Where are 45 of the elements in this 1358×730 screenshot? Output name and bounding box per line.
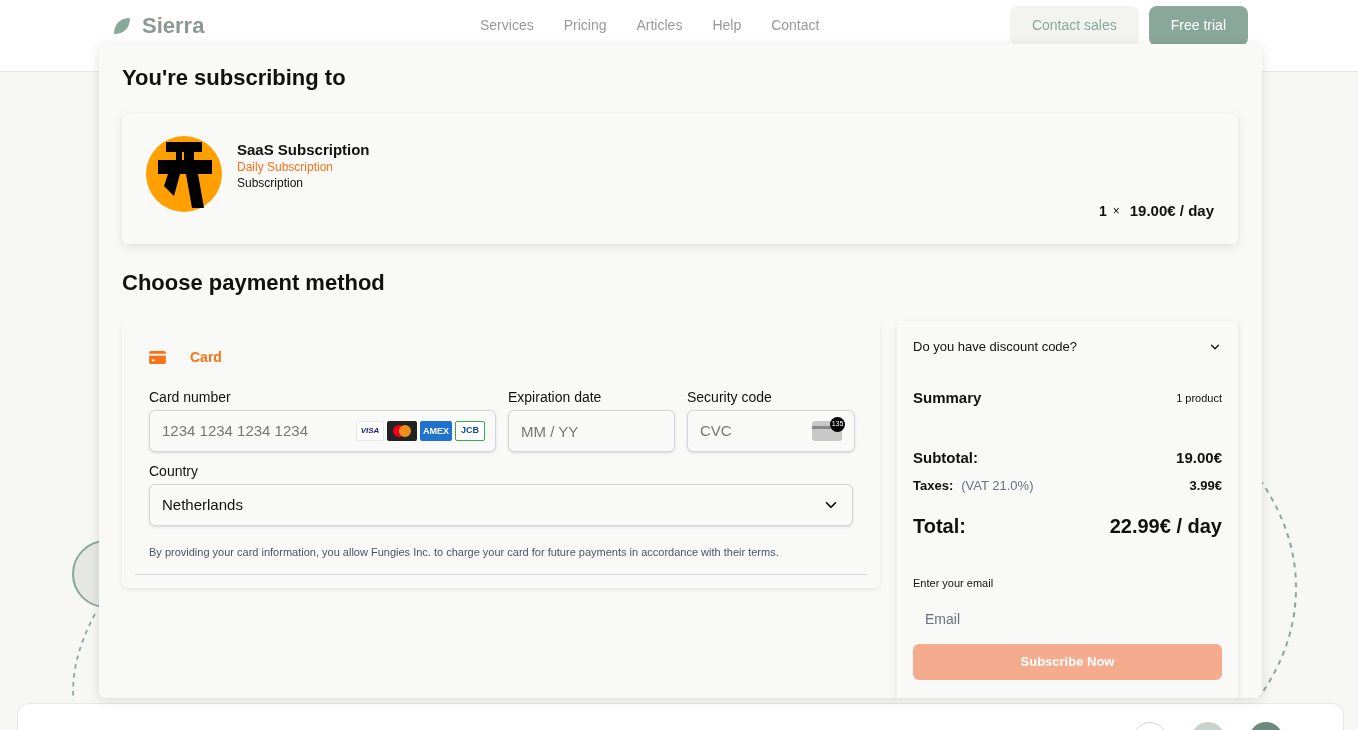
nav-link[interactable]: Pricing: [563, 15, 607, 36]
subtotal-value: 19.00€: [1176, 448, 1222, 468]
product-type: Subscription: [237, 175, 305, 191]
product-price: 19.00€ / day: [1129, 201, 1214, 221]
visa-logo: VISA: [356, 421, 384, 441]
field-label: Country: [149, 462, 200, 480]
credit-card-icon: [149, 351, 166, 364]
summary-title: Summary: [913, 387, 982, 408]
mastercard-logo: [387, 421, 417, 441]
product-count: 1 product: [1176, 390, 1222, 406]
card-notice: By providing your card information, you allow Fungies Inc. to charge your card for future payments in accordance with their terms.: [149, 545, 780, 560]
nav-link[interactable]: Contact: [771, 15, 820, 36]
email-field[interactable]: Email: [913, 601, 1222, 636]
total-label: Total:: [913, 514, 966, 539]
country-select[interactable]: Netherlands: [149, 484, 853, 526]
field-label: Card number: [149, 388, 232, 406]
security-code-input[interactable]: CVC: [700, 419, 812, 443]
nav-link[interactable]: Help: [712, 15, 742, 36]
field-label: Security code: [687, 388, 773, 406]
product-name: SaaS Subscription: [237, 141, 370, 159]
total-value: 22.99€ / day: [1109, 514, 1222, 539]
jcb-logo: JCB: [455, 421, 485, 441]
discount-toggle[interactable]: Do you have discount code?: [913, 337, 1222, 357]
vat-rate: (VAT 21.0%): [961, 476, 1034, 495]
header-button[interactable]: Free trial: [1148, 5, 1248, 46]
payment-method-tab[interactable]: Card: [149, 347, 222, 368]
header-button[interactable]: Contact sales: [1009, 5, 1139, 46]
card-number-field[interactable]: 1234 1234 1234 1234 VISA AMEX JCB: [149, 410, 496, 452]
modal-title: You're subscribing to: [122, 64, 347, 92]
nav-link[interactable]: Articles: [636, 15, 683, 36]
card-number-input[interactable]: 1234 1234 1234 1234: [162, 419, 356, 443]
product-logo-icon: [146, 136, 222, 212]
product-plan: Daily Subscription: [237, 159, 335, 175]
nav-link[interactable]: Services: [480, 15, 534, 36]
product-quantity: 1: [1098, 201, 1107, 221]
taxes-value: 3.99€: [1189, 476, 1222, 495]
multiply-sign: ×: [1112, 203, 1120, 221]
section-title: Choose payment method: [122, 269, 386, 297]
taxes-label: Taxes:: [913, 476, 954, 495]
expiration-field[interactable]: MM / YY: [508, 410, 675, 452]
email-label: Enter your email: [913, 576, 995, 591]
amex-logo: AMEX: [420, 421, 452, 441]
field-label: Expiration date: [508, 388, 603, 406]
subtotal-label: Subtotal:: [913, 448, 978, 468]
logo-text: Sierra: [142, 12, 205, 40]
